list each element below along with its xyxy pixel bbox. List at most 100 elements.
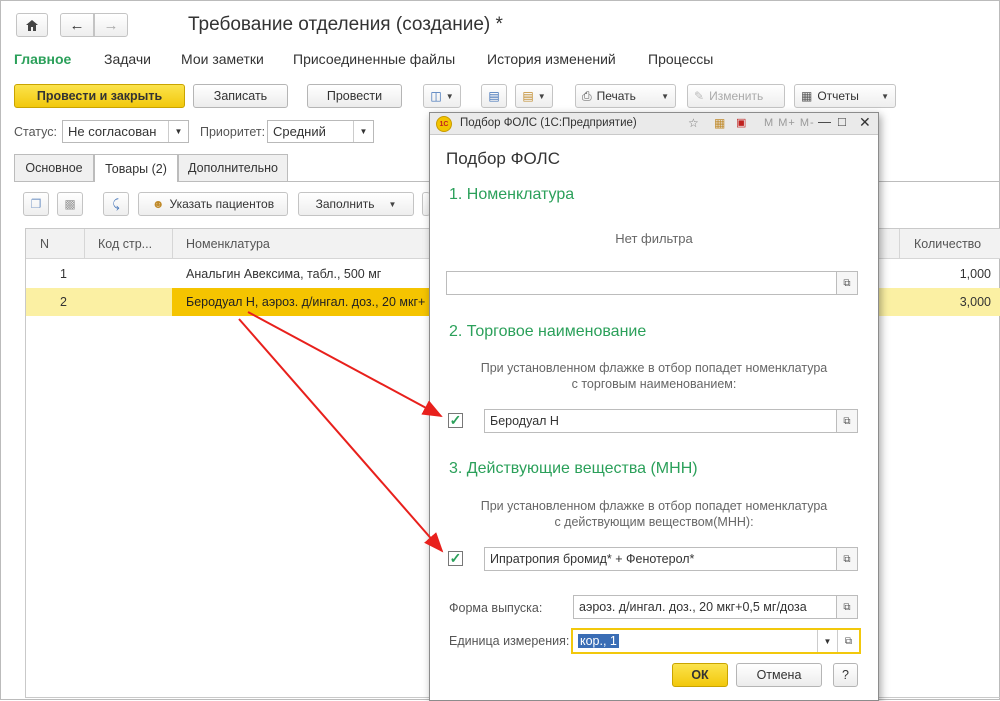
section-trade-name: 2. Торговое наименование [449,323,647,340]
unit-label: Единица измерения: [449,634,570,648]
fill-button[interactable]: Заполнить ▼ [298,192,414,216]
trade-name-open-button[interactable]: ⧉ [836,409,858,433]
edit-button[interactable]: ✎ Изменить [687,84,785,108]
app-logo-icon: 1С [436,116,452,132]
printer-icon: ⎙ [582,88,592,103]
window-title: Требование отделения (создание) * [188,14,503,35]
reports-label: Отчеты [817,89,859,103]
calendar-icon[interactable]: ▣ [736,116,746,129]
form-value: аэроз. д/ингал. доз., 20 мкг+0,5 мг/доза [579,600,807,614]
substances-open-button[interactable]: ⧉ [836,547,858,571]
help-button[interactable]: ? [833,663,858,687]
header-quantity[interactable]: Количество [914,237,981,251]
ok-button[interactable]: ОК [672,663,728,687]
print-button[interactable]: ⎙ Печать ▼ [575,84,676,108]
section-nomenclature: 1. Номенклатура [449,186,575,203]
form-label: Форма выпуска: [449,601,543,615]
files-icon: ▤ [522,89,534,103]
close-icon[interactable]: ✕ [859,114,871,131]
post-button[interactable]: Провести [307,84,402,108]
trade-name-checkbox[interactable]: ✓ [448,413,463,428]
maximize-icon[interactable]: □ [838,114,846,129]
section-substances: 3. Действующие вещества (МНН) [449,460,698,477]
tab-goods[interactable]: Товары (2) [94,154,178,182]
open-icon[interactable]: ⧉ [837,630,859,652]
form-input[interactable]: аэроз. д/ингал. доз., 20 мкг+0,5 мг/доза [573,595,837,619]
arrow-right-icon: → [103,16,119,34]
header-divider [84,229,85,259]
trade-name-note-line1: При установленном флажке в отбор попадет… [480,361,828,375]
edit-label: Изменить [709,89,764,103]
priority-select[interactable]: Средний ▼ [267,120,374,143]
list-icon: ▤ [488,89,500,103]
row-n: 1 [60,267,67,281]
memory-icons[interactable]: M M+ M- [764,117,815,129]
header-code[interactable]: Код стр... [98,237,152,251]
tab-additional[interactable]: Дополнительно [178,154,288,181]
back-button[interactable]: ← [60,13,94,37]
unit-value: кор., 1 [578,634,619,648]
menu-processes[interactable]: Процессы [648,51,713,67]
specify-patients-label: Указать пациентов [169,197,275,211]
menu-history[interactable]: История изменений [487,51,616,67]
nomenclature-input[interactable] [446,271,837,295]
header-nomenclature[interactable]: Номенклатура [186,237,270,251]
menu-notes[interactable]: Мои заметки [181,51,264,67]
priority-label: Приоритет: [200,125,266,139]
checkmark-icon: ✓ [449,412,462,428]
dialog-title: Подбор ФОЛС (1С:Предприятие) [460,117,637,129]
open-icon: ⧉ [843,415,851,427]
attachments-button[interactable]: ▤ ▼ [515,84,553,108]
nomenclature-open-button[interactable]: ⧉ [836,271,858,295]
chevron-down-icon: ▼ [817,630,837,652]
dialog-heading: Подбор ФОЛС [446,149,560,168]
priority-value: Средний [273,124,326,139]
calculator-icon[interactable]: ▦ [714,116,725,130]
no-filter-text: Нет фильтра [615,231,693,246]
substances-note-line1: При установленном флажке в отбор попадет… [480,499,828,513]
chevron-down-icon: ▼ [168,121,188,142]
row-nomenclature: Беродуал Н, аэроз. д/ингал. доз., 20 мкг… [186,295,426,309]
trade-name-value: Беродуал Н [490,414,559,428]
substances-input[interactable]: Ипратропия бромид* + Фенотерол* [484,547,837,571]
paste-button[interactable]: ▩ [57,192,83,216]
specify-patients-button[interactable]: ☻ Указать пациентов [138,192,288,216]
menu-files[interactable]: Присоединенные файлы [293,51,455,67]
substances-value: Ипратропия бромид* + Фенотерол* [490,552,695,566]
save-button[interactable]: Записать [193,84,288,108]
unit-select[interactable]: кор., 1 ▼ ⧉ [571,628,861,654]
favorite-icon[interactable]: ☆ [688,116,699,130]
document-arrow-icon: ◫ [430,89,442,103]
share-button[interactable]: ⤹ [103,192,129,216]
header-divider [899,229,900,259]
header-divider [172,229,173,259]
menu-tasks[interactable]: Задачи [104,51,151,67]
clipboard-icon: ▩ [64,197,76,211]
cancel-button[interactable]: Отмена [736,663,822,687]
post-and-close-button[interactable]: Провести и закрыть [14,84,185,108]
pencil-icon: ✎ [694,89,705,103]
reports-button[interactable]: ▦ Отчеты ▼ [794,84,896,108]
report-structure-button[interactable]: ▤ [481,84,507,108]
substances-checkbox[interactable]: ✓ [448,551,463,566]
report-icon: ▦ [801,89,813,103]
trade-name-input[interactable]: Беродуал Н [484,409,837,433]
copy-button[interactable]: ❐ [23,192,49,216]
fols-dialog: 1С Подбор ФОЛС (1С:Предприятие) ☆ ▦ ▣ M … [429,112,879,701]
fill-label: Заполнить [315,197,375,211]
home-icon [26,19,38,31]
header-n[interactable]: N [40,237,49,251]
trade-name-note-line2: с торговым наименованием: [571,377,737,391]
forward-button[interactable]: → [94,13,128,37]
row-nomenclature: Анальгин Авексима, табл., 500 мг [186,267,382,281]
form-open-button[interactable]: ⧉ [836,595,858,619]
minimize-icon[interactable]: — [818,114,831,129]
menu-main[interactable]: Главное [14,51,71,67]
tab-main[interactable]: Основное [14,154,94,181]
home-button[interactable] [16,13,48,37]
print-label: Печать [596,89,636,103]
arrow-left-icon: ← [69,16,85,34]
create-based-button[interactable]: ◫ ▼ [423,84,461,108]
row-quantity: 3,000 [959,295,991,309]
status-select[interactable]: Не согласован ▼ [62,120,189,143]
